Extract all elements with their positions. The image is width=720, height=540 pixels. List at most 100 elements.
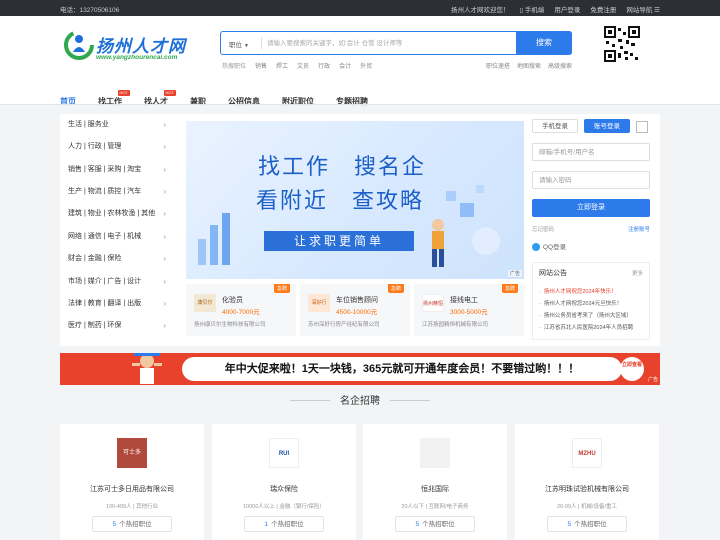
company-name: 江苏明珠试验机械有限公司 — [545, 486, 629, 493]
search-input[interactable] — [267, 35, 512, 51]
site-logo[interactable]: 扬州人才网 www.yangzhourencai.com — [64, 30, 194, 72]
promo-banner[interactable]: 年中大促来啦！1天一块钱，365元就可开通年度会员！不要错过哟！！！ 立即查看 … — [60, 353, 660, 385]
nav-find-talent[interactable]: 找人才 HOT — [144, 90, 176, 116]
notice-item[interactable]: 江苏省苏北人民医院2024年人员招聘 — [539, 323, 647, 331]
notice-item[interactable]: 扬州人才网祝您2024年快乐！ — [539, 287, 647, 295]
job-salary: 4500-10000元 — [336, 309, 378, 316]
category-item[interactable]: 网络 | 通信 | 电子 | 机械 › — [68, 226, 170, 248]
chevron-right-icon: › — [163, 321, 166, 330]
job-salary: 3000-5000元 — [450, 309, 488, 316]
chevron-right-icon: › — [163, 254, 166, 263]
company-logo: 扬州精恒 — [422, 294, 444, 312]
user-login-link[interactable]: 用户登录 — [554, 4, 580, 14]
username-input[interactable] — [533, 144, 649, 160]
hero-banner[interactable]: 找工作 搜名企 看附近 查攻略 让求职更简单 广告 — [186, 121, 524, 279]
category-item[interactable]: 医疗 | 制药 | 环保 › — [68, 315, 170, 337]
category-item[interactable]: 法律 | 教育 | 翻译 | 出版 › — [68, 293, 170, 315]
mascot-illustration — [132, 353, 162, 384]
company-card[interactable]: RUI 瑞众保险 10000人以上 | 金融（银行/保险） 1 个热招职位 — [212, 424, 356, 540]
category-item[interactable]: 建筑 | 物业 | 农林牧渔 | 其他 › — [68, 203, 170, 225]
company-logo: RUI — [269, 438, 299, 468]
company-card[interactable]: 恒兆国际 20人以下 | 互联网/电子商务 5 个热招职位 — [363, 424, 507, 540]
nav-home[interactable]: 首页 — [60, 96, 76, 116]
nav-find-job[interactable]: 找工作 HOT — [98, 90, 130, 116]
banner-headline-1: 找工作 搜名企 — [258, 154, 427, 179]
nav-part-time[interactable]: 兼职 — [190, 96, 206, 116]
job-card[interactable]: 深好行 车位销售顾问 4500-10000元 苏州深好行房产经纪有限公司 急聘 — [300, 284, 410, 336]
promo-cta[interactable]: 立即查看 — [620, 357, 644, 381]
banner-headline-2: 看附近 查攻略 — [256, 188, 425, 213]
hot-search-item[interactable]: 会计 — [339, 61, 351, 70]
nav-divider — [0, 104, 720, 105]
section-title: 名企招聘 — [330, 396, 390, 407]
password-input[interactable] — [533, 172, 649, 188]
logo-url: www.yangzhourencai.com — [96, 54, 178, 61]
hot-search-item[interactable]: 焊工 — [276, 61, 288, 70]
site-nav-link[interactable]: 网站导航 ☰ — [626, 4, 660, 14]
company-card[interactable]: 可士多 江苏可士多日用品有限公司 100-499人 | 其他行业 5 个热招职位 — [60, 424, 204, 540]
hot-search-item[interactable]: 外贸 — [360, 61, 372, 70]
quick-job-link[interactable]: 职位速搭 — [486, 61, 510, 70]
free-register-link[interactable]: 免费注册 — [590, 4, 616, 14]
urgent-tag: 急聘 — [501, 284, 518, 293]
notice-item[interactable]: 扬州公务员省考来了（扬州大区域） — [539, 311, 647, 319]
hot-search-item[interactable]: 销售 — [255, 61, 267, 70]
map-search-link[interactable]: 地图搜索 — [517, 61, 541, 70]
category-item[interactable]: 人力 | 行政 | 管理 › — [68, 136, 170, 158]
hot-search-item[interactable]: 文员 — [297, 61, 309, 70]
qr-login-icon[interactable] — [636, 121, 648, 133]
hot-search-label: 热搜职位 — [222, 64, 247, 70]
nav-special-recruit[interactable]: 专题招聘 — [336, 96, 368, 116]
urgent-jobs: 康贝尔 化验员 4000-7000元 扬州康贝尔生物科技有限公司 急聘 深好行 … — [186, 284, 524, 336]
hot-jobs-button[interactable]: 5 个热招职位 — [395, 516, 475, 532]
category-item[interactable]: 销售 | 客服 | 采购 | 淘宝 › — [68, 159, 170, 181]
job-company: 扬州康贝尔生物科技有限公司 — [194, 322, 266, 328]
promo-text: 年中大促来啦！1天一块钱，365元就可开通年度会员！不要错过哟！！！ — [182, 357, 622, 381]
hot-search-item[interactable]: 行政 — [318, 61, 330, 70]
notice-more-link[interactable]: 更多 — [632, 269, 643, 277]
search-button[interactable]: 搜索 — [516, 30, 572, 55]
hot-badge: HOT — [117, 90, 130, 96]
password-field — [532, 171, 650, 189]
advanced-search-link[interactable]: 高级搜索 — [548, 61, 572, 70]
hot-jobs-button[interactable]: 5 个热招职位 — [547, 516, 627, 532]
forgot-password-link[interactable]: 忘记密码 — [532, 225, 554, 233]
hot-jobs-button[interactable]: 5 个热招职位 — [92, 516, 172, 532]
top-links: 扬州人才网欢迎您！ ▯ 手机端 用户登录 免费注册 网站导航 ☰ — [451, 4, 660, 14]
company-name: 恒兆国际 — [421, 486, 449, 493]
company-name: 江苏可士多日用品有限公司 — [90, 486, 174, 493]
chevron-right-icon: › — [163, 165, 166, 174]
qq-login-link[interactable]: QQ登录 — [532, 241, 566, 252]
register-link[interactable]: 注册账号 — [628, 225, 650, 233]
search-type-select[interactable]: 职位 ▼ — [229, 39, 249, 49]
category-list: 生活 | 服务业 › 人力 | 行政 | 管理 › 销售 | 客服 | 采购 | 淘… — [60, 114, 178, 346]
company-card[interactable]: MZHU 江苏明珠试验机械有限公司 20-99人 | 机械/设备/重工 5 个热招… — [515, 424, 659, 540]
category-item[interactable]: 财会 | 金融 | 保险 › — [68, 248, 170, 270]
chevron-right-icon: › — [163, 277, 166, 286]
job-card[interactable]: 扬州精恒 接线电工 3000-5000元 江苏扬园精恒机械有限公司 急聘 — [414, 284, 524, 336]
ad-label: 广告 — [647, 377, 658, 383]
mobile-link[interactable]: ▯ 手机端 — [519, 4, 544, 14]
company-cards: 可士多 江苏可士多日用品有限公司 100-499人 | 其他行业 5 个热招职位 … — [60, 424, 660, 540]
category-item[interactable]: 市场 | 媒介 | 广告 | 设计 › — [68, 271, 170, 293]
banner-slogan: 让求职更简单 — [264, 231, 414, 251]
login-panel: 手机登录 账号登录 立即登录 忘记密码 注册账号 QQ登录 — [532, 117, 652, 257]
company-name: 瑞众保险 — [270, 486, 298, 493]
job-card[interactable]: 康贝尔 化验员 4000-7000元 扬州康贝尔生物科技有限公司 急聘 — [186, 284, 296, 336]
notice-item[interactable]: 扬州人才网祝您2024元旦快乐！ — [539, 299, 647, 307]
nav-nearby-jobs[interactable]: 附近职位 — [282, 96, 314, 116]
chevron-right-icon: › — [163, 232, 166, 241]
company-info: 20-99人 | 机械/设备/重工 — [556, 504, 618, 510]
category-item[interactable]: 生产 | 物流 | 质控 | 汽车 › — [68, 181, 170, 203]
company-logo: 可士多 — [117, 438, 147, 468]
top-bar: 电话：13270506106 扬州人才网欢迎您！ ▯ 手机端 用户登录 免费注册… — [0, 0, 720, 16]
category-item[interactable]: 生活 | 服务业 › — [68, 114, 170, 136]
chevron-right-icon: › — [163, 142, 166, 151]
company-info: 20人以下 | 互联网/电子商务 — [401, 504, 469, 510]
nav-public-recruit[interactable]: 公招信息 — [228, 96, 260, 116]
search-divider — [261, 37, 262, 49]
tab-account-login[interactable]: 账号登录 — [584, 119, 630, 133]
login-button[interactable]: 立即登录 — [532, 199, 650, 217]
hot-jobs-button[interactable]: 1 个热招职位 — [244, 516, 324, 532]
tab-mobile-login[interactable]: 手机登录 — [532, 119, 578, 133]
